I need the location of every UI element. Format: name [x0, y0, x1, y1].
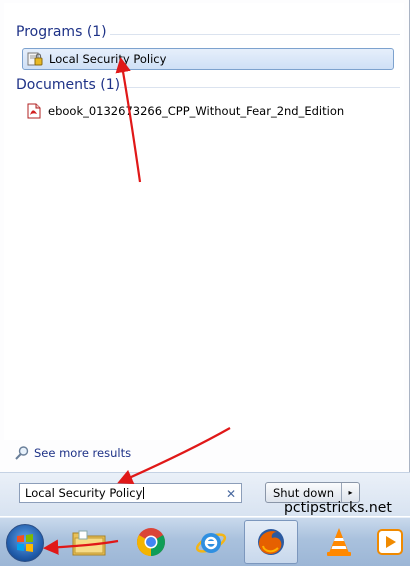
result-label: Local Security Policy — [49, 52, 167, 66]
result-local-security-policy[interactable]: Local Security Policy — [22, 48, 394, 70]
pdf-icon — [26, 103, 42, 119]
firefox-taskbar-button[interactable] — [244, 520, 298, 564]
documents-divider — [120, 87, 400, 88]
ie-taskbar-button[interactable] — [184, 520, 238, 564]
result-label: ebook_0132673266_CPP_Without_Fear_2nd_Ed… — [48, 104, 345, 118]
see-more-results-link[interactable]: See more results — [14, 445, 131, 461]
vlc-taskbar-button[interactable] — [312, 520, 366, 564]
search-icon — [14, 445, 30, 461]
folder-icon — [72, 530, 106, 556]
search-input[interactable]: Local Security Policy ✕ — [19, 483, 242, 503]
media-player-taskbar-button[interactable] — [370, 520, 410, 564]
windows-orb-icon — [17, 534, 33, 552]
explorer-taskbar-button[interactable] — [62, 520, 116, 564]
vlc-icon — [327, 528, 351, 556]
media-player-icon — [377, 529, 403, 555]
clear-icon[interactable]: ✕ — [226, 485, 236, 503]
start-button[interactable] — [6, 524, 44, 562]
programs-header[interactable]: Programs (1) — [16, 24, 107, 40]
search-input-value: Local Security Policy — [25, 486, 143, 500]
result-ebook-pdf[interactable]: ebook_0132673266_CPP_Without_Fear_2nd_Ed… — [22, 100, 394, 122]
see-more-label: See more results — [34, 446, 132, 460]
ie-icon — [195, 533, 227, 553]
programs-divider — [110, 34, 400, 35]
chrome-taskbar-button[interactable] — [124, 520, 178, 564]
security-policy-icon — [27, 51, 43, 67]
documents-header[interactable]: Documents (1) — [16, 77, 120, 93]
chrome-icon — [137, 528, 165, 556]
text-caret — [143, 487, 145, 499]
firefox-icon — [258, 529, 284, 555]
watermark: pctipstricks.net — [284, 500, 392, 516]
